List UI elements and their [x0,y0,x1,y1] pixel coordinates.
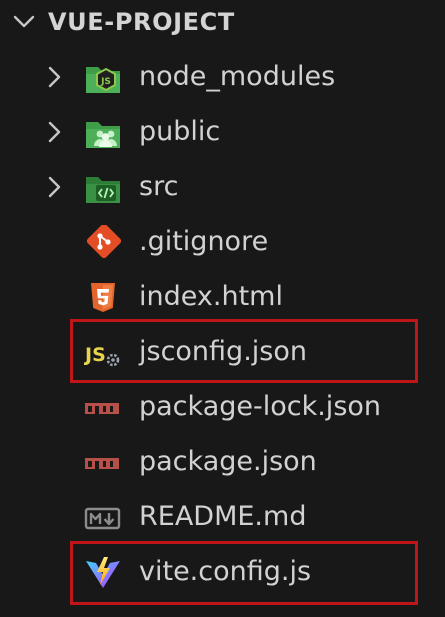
tree-item-src[interactable]: src [0,160,445,215]
tree-item-vite-config-js[interactable]: vite.config.js [0,545,445,600]
tree-item-public[interactable]: public [0,105,445,160]
tree-item-label: .gitignore [139,226,269,257]
vite-icon [86,557,120,588]
git-icon [86,225,122,259]
tree-item-label: README.md [139,501,307,532]
tree-item-node-modules[interactable]: JS node_modules [0,50,445,105]
tree-item-index-html[interactable]: index.html [0,270,445,325]
tree-item-label: public [139,116,221,147]
chevron-right-icon[interactable] [44,65,64,89]
tree-item-label: package-lock.json [139,391,382,422]
jsconfig-icon: JS [84,344,120,367]
tree-item-package-json[interactable]: package.json [0,435,445,490]
chevron-right-icon[interactable] [44,175,64,199]
markdown-icon [84,507,121,530]
svg-text:JS: JS [100,77,111,87]
tree-item-label: jsconfig.json [139,336,307,367]
node-folder-icon: JS [86,67,120,93]
npm-icon [85,403,119,414]
html5-icon [91,283,115,312]
svg-text:JS: JS [84,344,106,366]
section-title: VUE-PROJECT [48,8,235,36]
tree-item-label: index.html [139,281,283,312]
explorer-section-header[interactable]: VUE-PROJECT [0,0,445,45]
public-folder-icon [86,122,120,148]
tree-item-jsconfig-json[interactable]: JS jsconfig.json [0,325,445,380]
tree-item-label: package.json [139,446,317,477]
tree-item-label: vite.config.js [139,556,312,587]
tree-item-label: node_modules [139,61,336,92]
tree-item-gitignore[interactable]: .gitignore [0,215,445,270]
src-folder-icon [86,177,120,203]
chevron-down-icon[interactable] [12,10,36,34]
tree-item-label: src [139,171,179,202]
file-explorer: VUE-PROJECT JS node_modules public src .… [0,0,445,617]
npm-icon [85,458,119,469]
tree-item-readme-md[interactable]: README.md [0,490,445,545]
tree-item-package-lock-json[interactable]: package-lock.json [0,380,445,435]
chevron-right-icon[interactable] [44,120,64,144]
